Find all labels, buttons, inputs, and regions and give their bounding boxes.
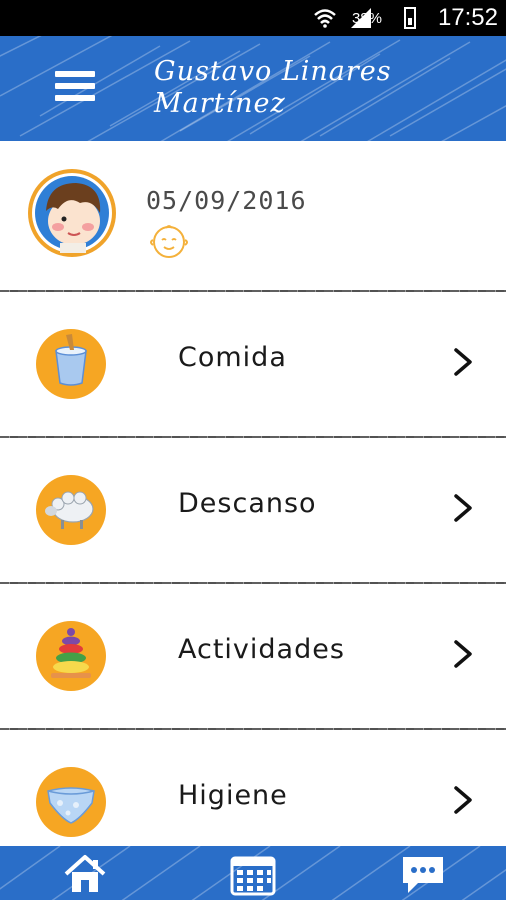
child-name-line1: Gustavo Linares	[154, 56, 392, 87]
menu-item-descanso[interactable]: Descanso	[0, 438, 506, 582]
menu-bar	[55, 95, 95, 101]
baby-face-icon	[150, 225, 188, 258]
menu-item-label: Actividades	[178, 634, 345, 665]
child-name-line2: Martínez	[154, 88, 286, 119]
menu-bar	[55, 83, 95, 89]
status-bar: 38% 17:52	[0, 0, 506, 36]
sheep-icon	[36, 475, 106, 545]
menu-bar	[55, 71, 95, 77]
child-name: Gustavo Linares Martínez	[154, 56, 474, 120]
messages-button[interactable]	[398, 852, 448, 896]
battery-icon	[404, 7, 416, 29]
child-profile: 05/09/2016	[0, 141, 506, 291]
battery-percent: 38%	[351, 10, 382, 27]
child-avatar-icon	[32, 173, 112, 253]
chevron-right-icon	[454, 786, 472, 814]
hamburger-menu-button[interactable]	[55, 71, 95, 105]
chevron-right-icon	[454, 640, 472, 668]
home-button[interactable]	[60, 852, 110, 896]
birth-date: 05/09/2016	[146, 186, 307, 215]
menu-item-label: Higiene	[178, 780, 288, 811]
home-icon	[64, 855, 106, 892]
chevron-right-icon	[454, 348, 472, 376]
menu-item-label: Descanso	[178, 488, 317, 519]
yogurt-icon	[36, 329, 106, 399]
menu-item-comida[interactable]: Comida	[0, 292, 506, 436]
chat-icon	[403, 857, 443, 893]
avatar[interactable]	[28, 169, 116, 257]
app-header: Gustavo Linares Martínez	[0, 36, 506, 141]
clock: 17:52	[437, 4, 498, 31]
ring-stacker-icon	[36, 621, 106, 691]
menu-item-actividades[interactable]: Actividades	[0, 584, 506, 728]
diaper-icon	[36, 767, 106, 837]
calendar-button[interactable]	[228, 852, 278, 896]
wifi-icon	[314, 9, 336, 28]
chevron-right-icon	[454, 494, 472, 522]
calendar-icon	[230, 856, 276, 896]
bottom-navigation	[0, 846, 506, 900]
menu-item-label: Comida	[178, 342, 287, 373]
